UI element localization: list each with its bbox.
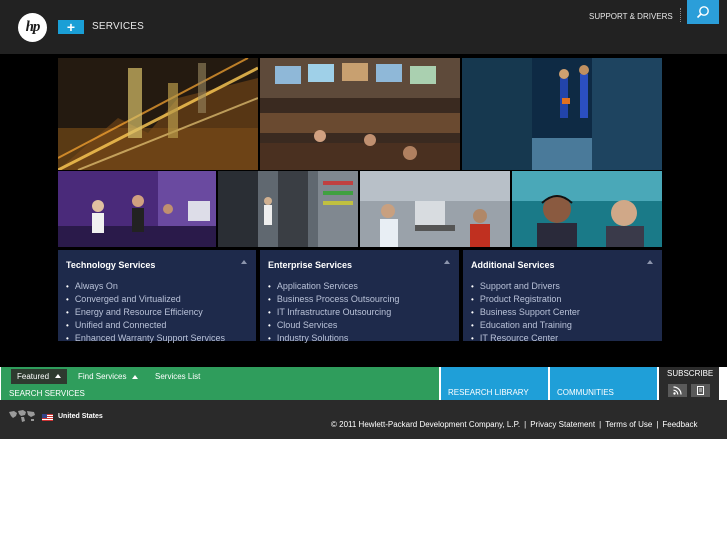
panel-list: Always On Converged and Virtualized Ener… xyxy=(66,280,225,345)
tab-label: Find Services xyxy=(78,372,127,381)
datacenter-photo xyxy=(462,58,662,170)
privacy-link[interactable]: Privacy Statement xyxy=(530,420,595,429)
communities-button[interactable]: COMMUNITIES xyxy=(550,367,657,400)
list-item[interactable]: Cloud Services xyxy=(268,319,399,332)
terms-link[interactable]: Terms of Use xyxy=(605,420,652,429)
search-button[interactable] xyxy=(687,0,719,24)
search-services-label[interactable]: SEARCH SERVICES xyxy=(9,389,85,398)
list-item[interactable]: Support and Drivers xyxy=(471,280,580,293)
tab-label: Featured xyxy=(17,372,50,381)
panel-title[interactable]: Additional Services xyxy=(471,260,555,270)
list-item[interactable]: Industry Solutions xyxy=(268,332,399,345)
panel-additional-services: Additional Services Support and Drivers … xyxy=(463,250,662,343)
divider xyxy=(680,8,681,22)
panel-title[interactable]: Technology Services xyxy=(66,260,155,270)
list-item[interactable]: Business Process Outsourcing xyxy=(268,293,400,306)
collapse-caret-icon[interactable] xyxy=(241,260,247,264)
caret-up-icon xyxy=(55,374,61,378)
button-label: RESEARCH LIBRARY xyxy=(448,388,529,397)
list-item[interactable]: IT Infrastructure Outsourcing xyxy=(268,306,399,319)
search-icon xyxy=(696,6,709,19)
panel-technology-services: Technology Services Always On Converged … xyxy=(58,250,256,343)
list-item[interactable]: Converged and Virtualized xyxy=(66,293,225,306)
feedback-link[interactable]: Feedback xyxy=(662,420,697,429)
panel-title[interactable]: Enterprise Services xyxy=(268,260,352,270)
collapse-caret-icon[interactable] xyxy=(647,260,653,264)
subscribe-box: SUBSCRIBE xyxy=(659,367,719,400)
rss-icon[interactable] xyxy=(668,384,687,397)
list-item[interactable]: IT Resource Center xyxy=(471,332,580,345)
hp-logo[interactable]: hp xyxy=(18,13,47,42)
panel-list: Support and Drivers Product Registration… xyxy=(471,280,580,345)
support-agents-photo xyxy=(512,171,662,247)
city-night-photo xyxy=(58,58,258,170)
list-item[interactable]: Product Registration xyxy=(471,293,580,306)
panel-enterprise-services: Enterprise Services Application Services… xyxy=(260,250,459,343)
mobile-icon[interactable] xyxy=(691,384,710,397)
top-bar: hp + SERVICES SUPPORT & DRIVERS xyxy=(0,0,727,54)
list-item[interactable]: Always On xyxy=(66,280,225,293)
tab-featured[interactable]: Featured xyxy=(11,369,67,384)
tab-services-list[interactable]: Services List xyxy=(155,372,200,381)
research-library-button[interactable]: RESEARCH LIBRARY xyxy=(441,367,548,400)
control-room-photo xyxy=(260,58,460,170)
panel-list: Application Services Business Process Ou… xyxy=(268,280,400,345)
list-item[interactable]: Energy and Resource Efficiency xyxy=(66,306,225,319)
button-label: COMMUNITIES xyxy=(557,388,614,397)
server-racks-photo xyxy=(218,171,358,247)
list-item[interactable]: Education and Training xyxy=(471,319,580,332)
copyright-text: © 2011 Hewlett-Packard Development Compa… xyxy=(331,420,521,429)
world-map-icon[interactable] xyxy=(8,409,36,423)
call-center-photo xyxy=(360,171,510,247)
list-item[interactable]: Application Services xyxy=(268,280,399,293)
collapse-caret-icon[interactable] xyxy=(444,260,450,264)
page: hp + SERVICES SUPPORT & DRIVERS Technolo… xyxy=(0,0,727,545)
caret-up-icon xyxy=(132,374,139,379)
section-label[interactable]: SERVICES xyxy=(92,21,144,32)
menu-plus-button[interactable]: + xyxy=(58,20,84,34)
meeting-photo xyxy=(58,171,216,247)
tab-find-services[interactable]: Find Services xyxy=(78,372,139,381)
subscribe-label: SUBSCRIBE xyxy=(667,369,714,378)
list-item[interactable]: Business Support Center xyxy=(471,306,580,319)
footer-links: © 2011 Hewlett-Packard Development Compa… xyxy=(331,420,698,429)
list-item[interactable]: Unified and Connected xyxy=(66,319,225,332)
country-selector[interactable]: United States xyxy=(58,413,103,420)
list-item[interactable]: Enhanced Warranty Support Services xyxy=(66,332,225,345)
us-flag-icon xyxy=(42,414,53,421)
support-drivers-link[interactable]: SUPPORT & DRIVERS xyxy=(589,12,673,21)
